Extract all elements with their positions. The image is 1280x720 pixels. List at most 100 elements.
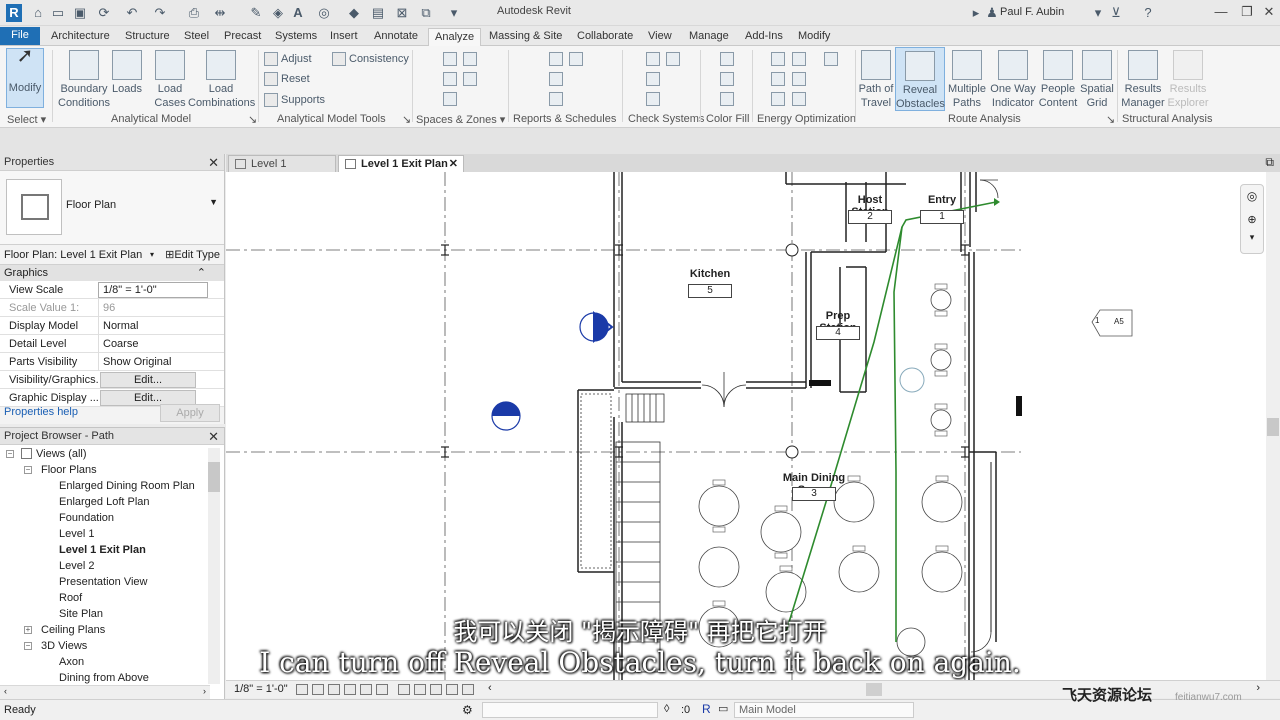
- tree-item-view-active[interactable]: Level 1 Exit Plan: [0, 542, 210, 558]
- close-tab-icon[interactable]: ✕: [449, 156, 458, 172]
- view-scale-control[interactable]: 1/8" = 1'-0": [234, 683, 288, 695]
- sync-icon[interactable]: ⟳: [96, 5, 112, 21]
- print-icon[interactable]: ⎙: [186, 5, 202, 21]
- tab-menu-icon[interactable]: ⧉: [1265, 155, 1274, 170]
- collapse-icon[interactable]: ⌃: [197, 265, 206, 281]
- load-combinations-button[interactable]: Load Combinations: [188, 50, 255, 110]
- consistency-button[interactable]: Consistency: [332, 50, 409, 68]
- one-way-indicator-button[interactable]: One Way Indicator: [990, 50, 1036, 110]
- analytical-model-icon[interactable]: [446, 684, 458, 695]
- browser-hscrollbar[interactable]: ‹ ›: [0, 685, 210, 699]
- tree-item-floor-plans[interactable]: − Floor Plans: [0, 462, 210, 478]
- tree-item-view[interactable]: Foundation: [0, 510, 210, 526]
- prop-display-model[interactable]: Display Model Normal: [0, 317, 224, 335]
- reset-button[interactable]: Reset: [264, 70, 310, 88]
- tree-item-view[interactable]: Roof: [0, 590, 210, 606]
- dimension-icon[interactable]: ✎: [248, 5, 264, 21]
- supports-button[interactable]: Supports: [264, 91, 325, 109]
- thin-lines-icon[interactable]: ▤: [370, 5, 386, 21]
- undo-icon[interactable]: ↶: [124, 5, 140, 21]
- prop-detail-level[interactable]: Detail Level Coarse: [0, 335, 224, 353]
- tree-item-view[interactable]: Presentation View: [0, 574, 210, 590]
- visual-style-icon[interactable]: [312, 684, 324, 695]
- tree-item-view[interactable]: Enlarged Dining Room Plan: [0, 478, 210, 494]
- cart-icon[interactable]: ⊻: [1108, 5, 1124, 21]
- open-icon[interactable]: ▭: [50, 5, 66, 21]
- scroll-left-icon[interactable]: ‹: [4, 686, 7, 696]
- instance-filter[interactable]: Floor Plan: Level 1 Exit Plan ▾ ⊞Edit Ty…: [0, 245, 224, 265]
- revit-logo-icon[interactable]: R: [6, 4, 22, 22]
- info-icon[interactable]: ▸: [968, 5, 984, 21]
- active-workset[interactable]: Main Model: [734, 702, 914, 718]
- reveal-obstacles-button[interactable]: Reveal Obstacles: [895, 47, 945, 111]
- generate-icon[interactable]: [824, 52, 838, 66]
- tree-item-view[interactable]: Level 2: [0, 558, 210, 574]
- lock-3d-icon[interactable]: [430, 684, 442, 695]
- space-icon[interactable]: [443, 52, 457, 66]
- show-crop-icon[interactable]: [376, 684, 388, 695]
- results-explorer-button[interactable]: Results Explorer: [1166, 50, 1210, 110]
- steering-wheel-icon[interactable]: ◎: [1241, 189, 1263, 203]
- crop-view-icon[interactable]: [360, 684, 372, 695]
- text-icon[interactable]: A: [290, 5, 306, 21]
- prop-view-scale[interactable]: View Scale 1/8" = 1'-0": [0, 281, 224, 299]
- people-content-button[interactable]: People Content: [1038, 50, 1078, 110]
- heating-cooling-icon[interactable]: [771, 92, 785, 106]
- space-tag-icon[interactable]: [443, 72, 457, 86]
- user-dropdown-icon[interactable]: ▾: [1090, 5, 1106, 21]
- boundary-conditions-button[interactable]: Boundary Conditions: [58, 50, 110, 110]
- prop-parts-visibility[interactable]: Parts Visibility Show Original: [0, 353, 224, 371]
- multiple-paths-button[interactable]: Multiple Paths: [947, 50, 987, 110]
- tree-item-view[interactable]: Enlarged Loft Plan: [0, 494, 210, 510]
- 3d-view-icon[interactable]: ◎: [316, 5, 332, 21]
- view-tab-level-1[interactable]: Level 1: [228, 155, 336, 172]
- qat-dropdown-icon[interactable]: ▾: [446, 5, 462, 21]
- space-separator-icon[interactable]: [463, 52, 477, 66]
- user-icon[interactable]: ♟: [984, 5, 1000, 21]
- properties-help-link[interactable]: Properties help: [4, 406, 78, 418]
- collapse-toggle-icon[interactable]: −: [6, 450, 14, 458]
- graphics-section[interactable]: Graphics ⌃: [0, 265, 224, 281]
- loads-button[interactable]: Loads: [112, 50, 142, 96]
- check-pipe-icon[interactable]: [666, 52, 680, 66]
- modify-button[interactable]: ➚ Modify: [6, 46, 44, 108]
- design-options-field[interactable]: [482, 702, 658, 718]
- view-tab-level-1-exit-plan[interactable]: Level 1 Exit Plan ✕: [338, 155, 464, 172]
- close-hidden-icon[interactable]: ⊠: [394, 5, 410, 21]
- apply-button[interactable]: Apply: [160, 404, 220, 422]
- space-naming-icon[interactable]: [443, 92, 457, 106]
- minimize-icon[interactable]: —: [1212, 4, 1230, 20]
- system-zone-icon[interactable]: [792, 72, 806, 86]
- pipe-legend-icon[interactable]: [720, 92, 734, 106]
- shadows-icon[interactable]: [344, 684, 356, 695]
- zone-icon[interactable]: [463, 72, 477, 86]
- tab-systems[interactable]: Systems: [269, 28, 323, 46]
- tab-architecture[interactable]: Architecture: [45, 28, 116, 46]
- check-circuits-icon[interactable]: [646, 72, 660, 86]
- panel-select-label[interactable]: Select ▾: [7, 113, 46, 126]
- sun-path-icon[interactable]: [328, 684, 340, 695]
- close-icon[interactable]: ✕: [208, 154, 219, 171]
- section-icon[interactable]: ◆: [346, 5, 362, 21]
- tab-annotate[interactable]: Annotate: [368, 28, 424, 46]
- pipe-report-icon[interactable]: [549, 72, 563, 86]
- navigation-bar[interactable]: ◎ ⊕ ▾: [1240, 184, 1264, 254]
- tab-analyze[interactable]: Analyze: [428, 28, 482, 46]
- tab-add-ins[interactable]: Add-Ins: [739, 28, 789, 46]
- home-icon[interactable]: ⌂: [30, 5, 46, 21]
- create-energy-model-icon[interactable]: [792, 52, 806, 66]
- check-duct-icon[interactable]: [646, 52, 660, 66]
- switch-windows-icon[interactable]: ⧉: [418, 5, 434, 21]
- redo-icon[interactable]: ↷: [152, 5, 168, 21]
- view-scale-field[interactable]: 1/8" = 1'-0": [98, 282, 208, 298]
- scroll-left-icon[interactable]: ‹: [488, 682, 492, 694]
- tab-file[interactable]: File: [0, 27, 40, 45]
- highlight-icon[interactable]: [462, 684, 474, 695]
- editable-icon[interactable]: ▭: [718, 702, 728, 715]
- reveal-hidden-icon[interactable]: [414, 684, 426, 695]
- save-icon[interactable]: ▣: [72, 5, 88, 21]
- edit-type-button[interactable]: ⊞Edit Type: [165, 245, 220, 265]
- scroll-thumb[interactable]: [208, 462, 220, 492]
- collapse-toggle-icon[interactable]: −: [24, 466, 32, 474]
- adjust-button[interactable]: Adjust: [264, 50, 312, 68]
